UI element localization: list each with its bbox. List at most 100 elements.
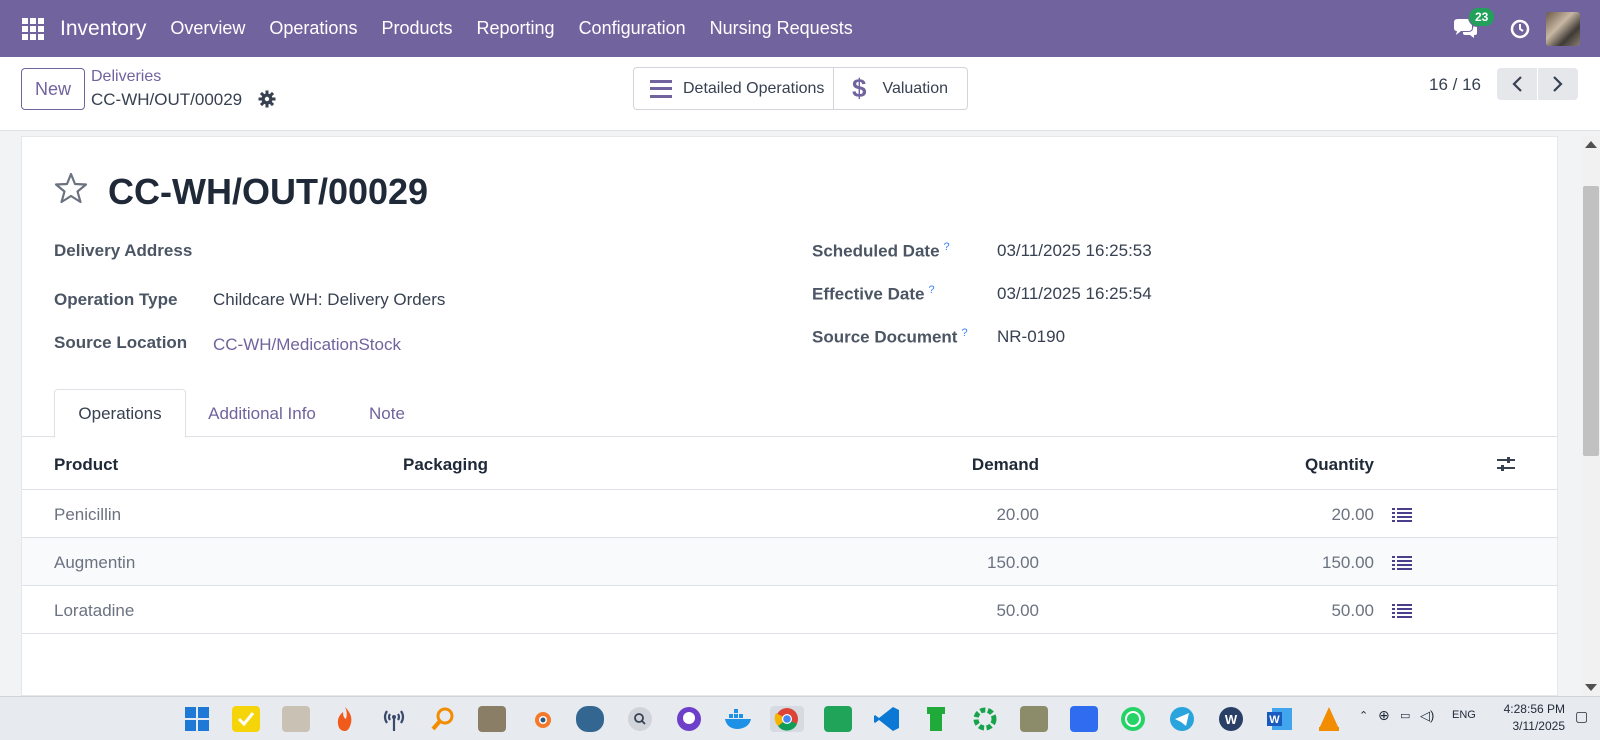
gimp-icon[interactable] xyxy=(478,706,506,732)
column-quantity[interactable]: Quantity xyxy=(1284,455,1374,475)
smart-buttons: Detailed Operations $ Valuation xyxy=(633,67,968,110)
volume-icon[interactable]: ◁) xyxy=(1420,708,1434,724)
pipe-icon[interactable] xyxy=(922,706,950,732)
pager-previous-button[interactable] xyxy=(1497,68,1537,100)
chrome-icon[interactable] xyxy=(770,706,804,732)
quantity-cell[interactable]: 20.00 xyxy=(1254,505,1374,525)
source-document-value[interactable]: NR-0190 xyxy=(997,327,1065,347)
tab-note[interactable]: Note xyxy=(362,389,412,438)
menu-products[interactable]: Products xyxy=(381,18,452,39)
valuation-button[interactable]: $ Valuation xyxy=(834,68,948,109)
quantity-cell[interactable]: 50.00 xyxy=(1254,601,1374,621)
operation-type-value[interactable]: Childcare WH: Delivery Orders xyxy=(213,290,445,310)
wps-icon[interactable]: W xyxy=(1217,706,1245,732)
menu-operations[interactable]: Operations xyxy=(269,18,357,39)
details-list-icon[interactable] xyxy=(1392,555,1412,571)
demand-cell: 20.00 xyxy=(996,505,1039,524)
help-tooltip-icon[interactable]: ? xyxy=(961,327,967,339)
column-product[interactable]: Product xyxy=(54,455,118,475)
docker-icon[interactable] xyxy=(724,706,752,732)
messages-icon[interactable]: 23 xyxy=(1452,6,1496,40)
valuation-label: Valuation xyxy=(882,79,948,97)
help-tooltip-icon[interactable]: ? xyxy=(944,241,950,253)
new-button[interactable]: New xyxy=(21,68,85,110)
search-circle-icon[interactable] xyxy=(626,706,654,732)
screen-capture-icon[interactable] xyxy=(824,706,852,732)
whatsapp-icon[interactable] xyxy=(1119,706,1147,732)
flame-icon[interactable] xyxy=(331,706,359,732)
windows-taskbar: W W ⌃ ⊕ ▭ ◁) ENG 4:28:56 PM 3/11/2025 ▢ xyxy=(0,696,1600,740)
grid-app-icon[interactable] xyxy=(1070,706,1098,732)
file-explorer-icon[interactable] xyxy=(282,706,310,732)
quantity-cell[interactable]: 150.00 xyxy=(1254,553,1374,573)
menu-nursing-requests[interactable]: Nursing Requests xyxy=(710,18,853,39)
notifications-icon[interactable]: ▢ xyxy=(1575,708,1588,725)
word-icon[interactable]: W xyxy=(1266,706,1294,732)
taskbar-date[interactable]: 3/11/2025 xyxy=(1489,719,1566,733)
search-tool-icon[interactable] xyxy=(429,706,457,732)
list-bars-icon xyxy=(650,79,672,98)
details-list-icon[interactable] xyxy=(1392,603,1412,619)
column-demand[interactable]: Demand xyxy=(959,455,1039,475)
postgres-icon[interactable] xyxy=(576,706,604,732)
help-tooltip-icon[interactable]: ? xyxy=(928,284,934,296)
svg-text:W: W xyxy=(1269,714,1280,726)
activity-clock-icon[interactable] xyxy=(1510,19,1530,39)
optional-columns-icon[interactable] xyxy=(1496,455,1516,471)
details-list-icon[interactable] xyxy=(1392,507,1412,523)
source-location-label: Source Location xyxy=(54,333,188,352)
column-packaging[interactable]: Packaging xyxy=(403,455,488,475)
table-row[interactable]: Penicillin 20.00 20.00 xyxy=(22,490,1557,538)
menu-configuration[interactable]: Configuration xyxy=(579,18,686,39)
chevron-right-icon xyxy=(1553,76,1563,92)
scroll-down-arrow-icon[interactable] xyxy=(1585,684,1597,691)
battery-icon[interactable]: ▭ xyxy=(1400,709,1410,722)
star-icon[interactable] xyxy=(54,171,88,205)
apps-grid-icon[interactable] xyxy=(22,17,44,40)
pager-value[interactable]: 16 / 16 xyxy=(1429,75,1481,95)
table-row[interactable]: Augmentin 150.00 150.00 xyxy=(22,538,1557,586)
app-brand[interactable]: Inventory xyxy=(60,17,146,41)
detailed-operations-button[interactable]: Detailed Operations xyxy=(634,68,834,109)
gear-icon[interactable] xyxy=(258,90,276,108)
ship-icon[interactable] xyxy=(1020,706,1048,732)
menu-overview[interactable]: Overview xyxy=(170,18,245,39)
product-cell: Augmentin xyxy=(54,553,136,572)
control-panel: New Deliveries CC-WH/OUT/00029 Detailed … xyxy=(0,57,1600,131)
messages-count-badge: 23 xyxy=(1468,6,1496,27)
delivery-address-label: Delivery Address xyxy=(54,241,193,260)
demand-cell: 50.00 xyxy=(996,601,1039,620)
tray-overflow-icon[interactable]: ⌃ xyxy=(1359,709,1368,722)
tab-operations[interactable]: Operations xyxy=(54,389,186,438)
sticky-notes-icon[interactable] xyxy=(232,706,260,732)
navbar-systray: 23 xyxy=(1452,0,1600,57)
blender-icon[interactable] xyxy=(527,706,555,732)
effective-date-label: Effective Date? xyxy=(812,284,935,304)
wifi-tool-icon[interactable] xyxy=(380,706,408,732)
notebook-tabs: Operations Additional Info Note xyxy=(22,389,1557,438)
source-document-label: Source Document? xyxy=(812,327,968,347)
svg-text:W: W xyxy=(1225,712,1238,727)
network-globe-icon[interactable]: ⊕ xyxy=(1378,707,1390,724)
telegram-icon[interactable] xyxy=(1168,706,1196,732)
menu-reporting[interactable]: Reporting xyxy=(477,18,555,39)
source-location-value[interactable]: CC-WH/MedicationStock xyxy=(213,335,401,355)
product-cell: Penicillin xyxy=(54,505,122,524)
taskbar-time[interactable]: 4:28:56 PM xyxy=(1489,702,1565,716)
scroll-up-arrow-icon[interactable] xyxy=(1585,141,1597,148)
scheduled-date-value[interactable]: 03/11/2025 16:25:53 xyxy=(997,241,1152,261)
gear-app-icon[interactable] xyxy=(971,706,999,732)
breadcrumb-deliveries[interactable]: Deliveries xyxy=(91,68,161,86)
scrollbar-thumb[interactable] xyxy=(1583,186,1599,456)
vscode-icon[interactable] xyxy=(873,706,901,732)
operation-type-label: Operation Type xyxy=(54,290,178,309)
table-row[interactable]: Loratadine 50.00 50.00 xyxy=(22,586,1557,634)
user-avatar[interactable] xyxy=(1546,11,1580,46)
tab-additional-info[interactable]: Additional Info xyxy=(202,389,322,438)
pager-next-button[interactable] xyxy=(1538,68,1578,100)
windows-start-icon[interactable] xyxy=(183,706,211,732)
vlc-icon[interactable] xyxy=(1315,706,1343,732)
github-icon[interactable] xyxy=(675,706,703,732)
language-indicator[interactable]: ENG xyxy=(1452,709,1476,721)
chevron-left-icon xyxy=(1512,76,1522,92)
